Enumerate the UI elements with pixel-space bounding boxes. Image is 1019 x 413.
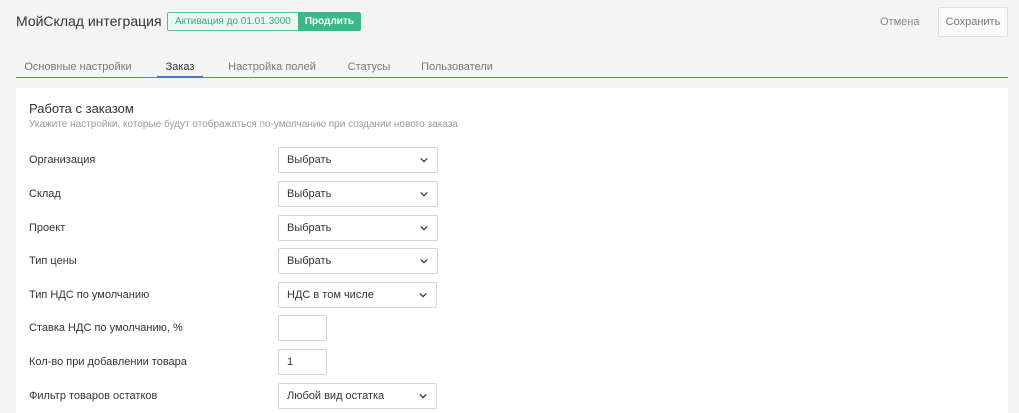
- save-button[interactable]: Сохранить: [938, 7, 1008, 37]
- project-label: Проект: [29, 222, 66, 234]
- vat-type-row: Тип НДС по умолчанию НДС в том числе: [16, 282, 1008, 308]
- project-row: Проект Выбрать: [16, 215, 1008, 241]
- chevron-down-icon: [419, 292, 427, 298]
- chevron-down-icon: [420, 258, 428, 264]
- stock-filter-select-value: Любой вид остатка: [287, 390, 385, 402]
- page: МойСклад интеграция Активация до 01.01.3…: [0, 0, 1019, 413]
- price-type-select-value: Выбрать: [287, 255, 332, 267]
- vat-rate-label: Ставка НДС по умолчанию, %: [29, 322, 183, 334]
- chevron-down-icon: [420, 157, 428, 163]
- stock-filter-select[interactable]: Любой вид остатка: [278, 383, 437, 409]
- price-type-row: Тип цены Выбрать: [16, 248, 1008, 274]
- add-quantity-label: Кол-во при добавлении товара: [29, 356, 187, 368]
- stock-filter-label: Фильтр товаров остатков: [29, 390, 158, 402]
- warehouse-label: Склад: [29, 188, 61, 200]
- chevron-down-icon: [420, 191, 428, 197]
- tab-field-settings[interactable]: Настройка полей: [226, 55, 318, 77]
- add-quantity-row: Кол-во при добавлении товара: [16, 349, 1008, 375]
- activation-badge: Активация до 01.01.3000 Продлить: [167, 12, 361, 31]
- section-subtitle: Укажите настройки, которые будут отображ…: [29, 119, 458, 130]
- tab-statuses[interactable]: Статусы: [346, 55, 392, 77]
- section-title: Работа с заказом: [29, 101, 134, 116]
- vat-rate-input[interactable]: [278, 315, 327, 341]
- stock-filter-row: Фильтр товаров остатков Любой вид остатк…: [16, 383, 1008, 409]
- vat-type-label: Тип НДС по умолчанию: [29, 289, 150, 301]
- tab-bar: Основные настройки Заказ Настройка полей…: [16, 55, 1008, 78]
- order-settings-card: Работа с заказом Укажите настройки, кото…: [16, 88, 1008, 413]
- vat-type-select[interactable]: НДС в том числе: [278, 282, 437, 308]
- project-select[interactable]: Выбрать: [278, 215, 438, 241]
- warehouse-select-value: Выбрать: [287, 188, 332, 200]
- app-title: МойСклад интеграция: [16, 13, 162, 29]
- header: МойСклад интеграция Активация до 01.01.3…: [0, 0, 1019, 48]
- organization-label: Организация: [29, 154, 96, 166]
- organization-row: Организация Выбрать: [16, 147, 1008, 173]
- organization-select[interactable]: Выбрать: [278, 147, 438, 173]
- add-quantity-input[interactable]: [278, 349, 327, 375]
- warehouse-row: Склад Выбрать: [16, 181, 1008, 207]
- warehouse-select[interactable]: Выбрать: [278, 181, 438, 207]
- tab-order[interactable]: Заказ: [157, 55, 203, 78]
- extend-button[interactable]: Продлить: [297, 12, 361, 31]
- vat-type-select-value: НДС в том числе: [287, 289, 374, 301]
- organization-select-value: Выбрать: [287, 154, 332, 166]
- project-select-value: Выбрать: [287, 222, 332, 234]
- tab-main-settings[interactable]: Основные настройки: [22, 55, 134, 77]
- vat-rate-row: Ставка НДС по умолчанию, %: [16, 315, 1008, 341]
- price-type-select[interactable]: Выбрать: [278, 248, 438, 274]
- cancel-button[interactable]: Отмена: [880, 12, 919, 32]
- tab-users[interactable]: Пользователи: [419, 55, 495, 77]
- price-type-label: Тип цены: [29, 255, 77, 267]
- activation-status: Активация до 01.01.3000: [167, 12, 298, 31]
- chevron-down-icon: [419, 393, 427, 399]
- chevron-down-icon: [420, 225, 428, 231]
